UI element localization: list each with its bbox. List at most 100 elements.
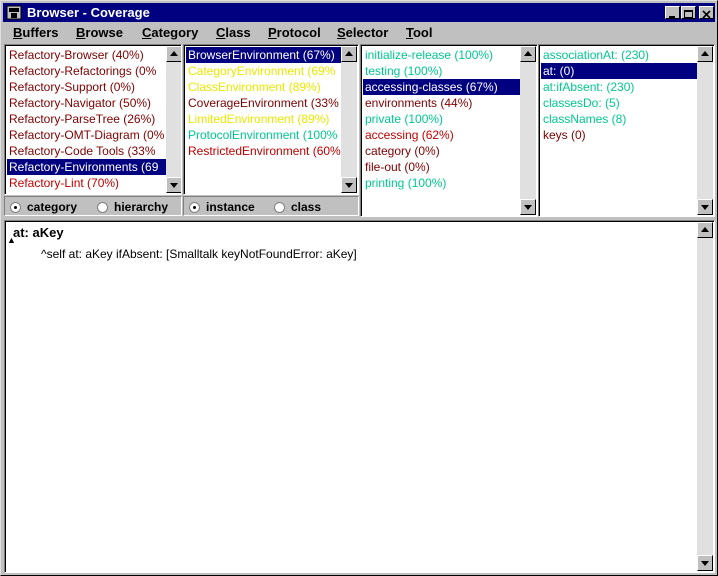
class-item[interactable]: LimitedEnvironment (89%) xyxy=(186,111,342,127)
radio-class[interactable]: class xyxy=(274,200,321,214)
selector-scrollbar[interactable] xyxy=(697,46,713,215)
scroll-down-button[interactable] xyxy=(341,177,357,193)
category-item[interactable]: Refactory-Support (0%) xyxy=(7,79,167,95)
maximize-button[interactable] xyxy=(681,6,696,19)
selector-item[interactable]: at:ifAbsent: (230) xyxy=(541,79,698,95)
browser-window: Browser - Coverage Buffers Browse Catego… xyxy=(0,0,718,576)
class-item[interactable]: ClassEnvironment (89%) xyxy=(186,79,342,95)
method-signature: at: aKey xyxy=(13,225,64,240)
arrow-up-icon xyxy=(345,51,353,56)
maximize-icon xyxy=(684,10,693,18)
scroll-up-button[interactable] xyxy=(697,46,713,62)
scroll-down-button[interactable] xyxy=(520,199,536,215)
radio-category[interactable]: category xyxy=(10,200,77,214)
menu-bar: Buffers Browse Category Class Protocol S… xyxy=(3,23,715,43)
menu-category[interactable]: Category xyxy=(142,25,198,41)
arrow-down-icon xyxy=(701,561,709,566)
category-pane: Refactory-Browser (40%) Refactory-Refacto… xyxy=(4,44,182,195)
radio-hierarchy-label: hierarchy xyxy=(114,200,169,214)
category-item[interactable]: Refactory-Navigator (50%) xyxy=(7,95,167,111)
class-mode-bar: instance class xyxy=(183,196,359,216)
arrow-down-icon xyxy=(170,183,178,188)
method-body: ^self at: aKey ifAbsent: [Smalltalk keyN… xyxy=(41,247,357,261)
radio-on-icon xyxy=(189,202,200,213)
protocol-item[interactable]: category (0%) xyxy=(363,143,521,159)
scroll-down-button[interactable] xyxy=(166,177,181,193)
scroll-down-button[interactable] xyxy=(697,199,713,215)
selector-item[interactable]: keys (0) xyxy=(541,127,698,143)
protocol-item[interactable]: initialize-release (100%) xyxy=(363,47,521,63)
scroll-down-button[interactable] xyxy=(697,555,713,571)
selector-item[interactable]: associationAt: (230) xyxy=(541,47,698,63)
category-list[interactable]: Refactory-Browser (40%) Refactory-Refacto… xyxy=(7,47,167,193)
protocol-item[interactable]: testing (100%) xyxy=(363,63,521,79)
arrow-up-icon xyxy=(170,51,178,56)
selector-pane: associationAt: (230) at: (0) at:ifAbsent: … xyxy=(538,44,715,217)
category-mode-bar: category hierarchy xyxy=(4,196,182,216)
class-item[interactable]: BrowserEnvironment (67%) xyxy=(186,47,342,63)
phone-icon[interactable] xyxy=(6,5,22,20)
arrow-up-icon xyxy=(524,51,532,56)
scroll-up-button[interactable] xyxy=(166,46,181,62)
category-item[interactable]: Refactory-Environments (69 xyxy=(7,159,167,175)
class-item[interactable]: RestrictedEnvironment (60% xyxy=(186,143,342,159)
radio-category-label: category xyxy=(27,200,78,214)
scroll-up-button[interactable] xyxy=(341,46,357,62)
code-pane: ▲ at: aKey ^self at: aKey ifAbsent: [Sma… xyxy=(4,220,715,573)
protocol-list[interactable]: initialize-release (100%) testing (100%) a… xyxy=(363,47,521,215)
selector-item[interactable]: classNames (8) xyxy=(541,111,698,127)
protocol-item[interactable]: printing (100%) xyxy=(363,175,521,191)
class-item[interactable]: CategoryEnvironment (69% xyxy=(186,63,342,79)
code-editor[interactable]: at: aKey ^self at: aKey ifAbsent: [Small… xyxy=(13,225,357,262)
protocol-item[interactable]: environments (44%) xyxy=(363,95,521,111)
category-item[interactable]: Refactory-Browser (40%) xyxy=(7,47,167,63)
class-pane: BrowserEnvironment (67%) CategoryEnvironm… xyxy=(183,44,359,195)
selector-list[interactable]: associationAt: (230) at: (0) at:ifAbsent: … xyxy=(541,47,698,215)
protocol-item[interactable]: file-out (0%) xyxy=(363,159,521,175)
close-button[interactable] xyxy=(699,6,714,19)
category-item[interactable]: Refactory-Lint (70%) xyxy=(7,175,167,191)
menu-selector[interactable]: Selector xyxy=(337,25,388,41)
menu-protocol[interactable]: Protocol xyxy=(268,25,321,41)
menu-tool[interactable]: Tool xyxy=(406,25,432,41)
category-item[interactable]: Refactory-Code Tools (33% xyxy=(7,143,167,159)
selector-item[interactable]: at: (0) xyxy=(541,63,698,79)
class-item[interactable]: CoverageEnvironment (33% xyxy=(186,95,342,111)
minimize-button[interactable] xyxy=(665,6,680,19)
selector-item[interactable]: classesDo: (5) xyxy=(541,95,698,111)
protocol-item[interactable]: accessing-classes (67%) xyxy=(363,79,521,95)
radio-on-icon xyxy=(10,202,21,213)
window-title: Browser - Coverage xyxy=(27,5,150,20)
arrow-down-icon xyxy=(345,183,353,188)
category-item[interactable]: Refactory-OMT-Diagram (0% xyxy=(7,127,167,143)
menu-browse[interactable]: Browse xyxy=(76,25,123,41)
code-scrollbar[interactable] xyxy=(697,222,713,571)
scroll-up-button[interactable] xyxy=(697,222,713,238)
category-item[interactable]: Refactory-Refactorings (0% xyxy=(7,63,167,79)
scroll-up-button[interactable] xyxy=(520,46,536,62)
title-bar[interactable]: Browser - Coverage xyxy=(3,3,715,22)
class-list[interactable]: BrowserEnvironment (67%) CategoryEnvironm… xyxy=(186,47,342,193)
class-item[interactable]: ProtocolEnvironment (100% xyxy=(186,127,342,143)
category-scrollbar[interactable] xyxy=(166,46,181,193)
arrow-up-icon xyxy=(701,227,709,232)
radio-instance[interactable]: instance xyxy=(189,200,255,214)
menu-class[interactable]: Class xyxy=(216,25,251,41)
protocol-item[interactable]: accessing (62%) xyxy=(363,127,521,143)
close-icon xyxy=(702,10,711,19)
menu-buffers[interactable]: Buffers xyxy=(13,25,59,41)
radio-class-label: class xyxy=(291,200,322,214)
arrow-down-icon xyxy=(524,205,532,210)
protocol-pane: initialize-release (100%) testing (100%) a… xyxy=(360,44,538,217)
arrow-down-icon xyxy=(701,205,709,210)
radio-instance-label: instance xyxy=(206,200,255,214)
radio-off-icon xyxy=(274,202,285,213)
radio-off-icon xyxy=(97,202,108,213)
minimize-icon xyxy=(669,16,675,18)
protocol-scrollbar[interactable] xyxy=(520,46,536,215)
category-item[interactable]: Refactory-ParseTree (26%) xyxy=(7,111,167,127)
class-scrollbar[interactable] xyxy=(341,46,357,193)
arrow-up-icon xyxy=(701,51,709,56)
protocol-item[interactable]: private (100%) xyxy=(363,111,521,127)
radio-hierarchy[interactable]: hierarchy xyxy=(97,200,168,214)
